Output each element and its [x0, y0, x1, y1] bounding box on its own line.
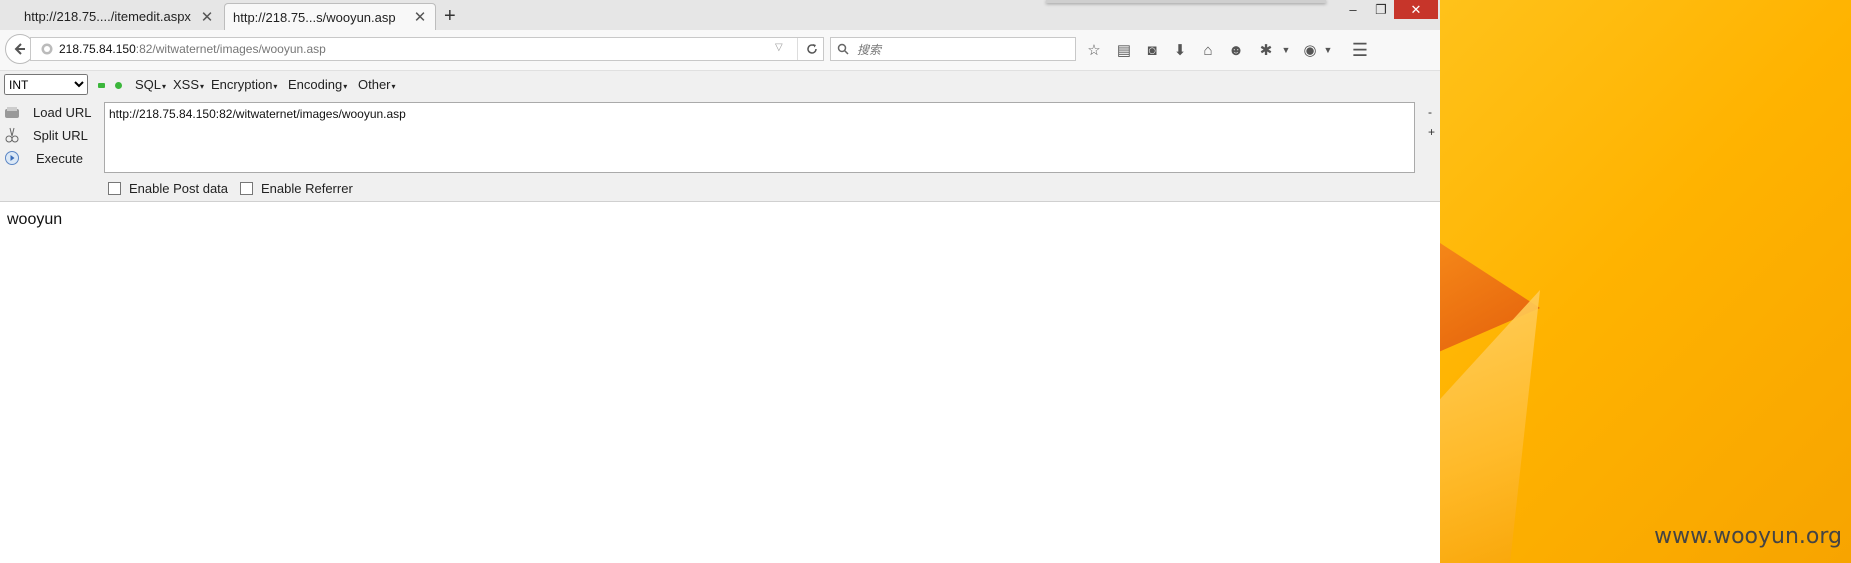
reload-button[interactable] — [797, 38, 826, 60]
search-icon — [837, 43, 849, 55]
shrink-button[interactable]: - — [1428, 105, 1432, 119]
load-url-icon — [5, 107, 19, 118]
reload-icon — [807, 44, 817, 54]
checkbox-box[interactable] — [108, 182, 121, 195]
sql-menu[interactable]: SQL — [135, 77, 166, 92]
url-host: 218.75.84.150 — [59, 42, 136, 56]
tab-label: http://218.75..../itemedit.aspx — [24, 9, 191, 24]
xss-menu[interactable]: XSS — [173, 77, 204, 92]
green-minus-icon[interactable] — [98, 83, 105, 88]
execute-label: Execute — [36, 150, 83, 166]
split-url-label: Split URL — [33, 127, 88, 143]
home-icon[interactable]: ⌂ — [1198, 40, 1218, 60]
back-arrow-icon — [14, 43, 25, 55]
tab-close-icon[interactable]: ✕ — [200, 8, 214, 26]
tab-label: http://218.75...s/wooyun.asp — [233, 9, 396, 25]
search-input[interactable] — [855, 40, 1069, 60]
download-icon[interactable]: ⬇ — [1170, 40, 1190, 60]
desktop-wallpaper: www.wooyun.org — [1440, 0, 1851, 563]
load-url-label: Load URL — [33, 104, 92, 120]
url-text[interactable]: 218.75.84.150:82/witwaternet/images/wooy… — [59, 42, 326, 56]
extension-icon[interactable]: ✱ — [1256, 40, 1276, 60]
hackbar-url-textarea[interactable]: http://218.75.84.150:82/witwaternet/imag… — [104, 102, 1415, 173]
tab-wooyun[interactable]: http://218.75...s/wooyun.asp ✕ — [224, 3, 436, 30]
split-url-button[interactable]: Split URL — [0, 124, 88, 146]
pocket-icon[interactable]: ◙ — [1142, 40, 1162, 60]
enable-post-label: Enable Post data — [129, 181, 229, 196]
load-url-button[interactable]: Load URL — [0, 101, 92, 123]
url-path: :82/witwaternet/images/wooyun.asp — [135, 42, 326, 56]
bookmark-star-icon[interactable]: ☆ — [1084, 40, 1104, 60]
enable-post-checkbox[interactable]: Enable Post data — [108, 181, 228, 196]
navigation-bar: 218.75.84.150:82/witwaternet/images/wooy… — [0, 30, 1440, 71]
new-tab-button[interactable]: + — [444, 5, 456, 28]
expand-button[interactable]: + — [1428, 125, 1435, 139]
page-content-text: wooyun — [7, 211, 63, 228]
extension-dropdown-icon[interactable]: ▼ — [1276, 40, 1296, 60]
maximize-button[interactable]: ❐ — [1366, 0, 1396, 20]
reading-list-icon[interactable]: ▤ — [1114, 40, 1134, 60]
url-bar[interactable]: 218.75.84.150:82/witwaternet/images/wooy… — [30, 37, 824, 61]
browser-window: http://218.75..../itemedit.aspx ✕ http:/… — [0, 0, 1440, 563]
other-menu[interactable]: Other — [358, 77, 396, 92]
hackbar-toolbar: INT SQL XSS Encryption Encoding Other — [0, 71, 1440, 101]
encryption-menu[interactable]: Encryption — [211, 77, 277, 92]
globe-icon — [41, 43, 53, 55]
execute-icon — [5, 151, 19, 165]
type-select[interactable]: INT — [4, 74, 88, 95]
green-plus-icon[interactable] — [115, 82, 122, 89]
chat-icon[interactable]: ☻ — [1226, 40, 1246, 60]
tab-close-icon[interactable]: ✕ — [413, 8, 427, 26]
minimize-button[interactable]: – — [1340, 0, 1366, 20]
addon-eye-icon[interactable]: ◉ — [1300, 40, 1320, 60]
hackbar-panel: Load URL Split URL Execute http://218.75… — [0, 101, 1440, 202]
watermark: www.wooyun.org — [1654, 524, 1842, 549]
checkbox-box[interactable] — [240, 182, 253, 195]
split-url-icon — [5, 127, 19, 143]
enable-referrer-checkbox[interactable]: Enable Referrer — [240, 181, 353, 196]
close-window-button[interactable]: ✕ — [1394, 0, 1438, 19]
encoding-menu[interactable]: Encoding — [288, 77, 347, 92]
tab-itemedit[interactable]: http://218.75..../itemedit.aspx ✕ — [0, 3, 222, 30]
addon-dropdown-icon[interactable]: ▼ — [1318, 40, 1338, 60]
popup-edge — [1046, 0, 1326, 3]
menu-icon[interactable]: ☰ — [1350, 40, 1370, 60]
enable-referrer-label: Enable Referrer — [261, 181, 353, 196]
tab-bar: http://218.75..../itemedit.aspx ✕ http:/… — [0, 0, 1440, 30]
execute-button[interactable]: Execute — [0, 147, 83, 169]
url-history-dropdown-icon[interactable]: ▽ — [775, 42, 783, 53]
search-box[interactable] — [830, 37, 1076, 61]
